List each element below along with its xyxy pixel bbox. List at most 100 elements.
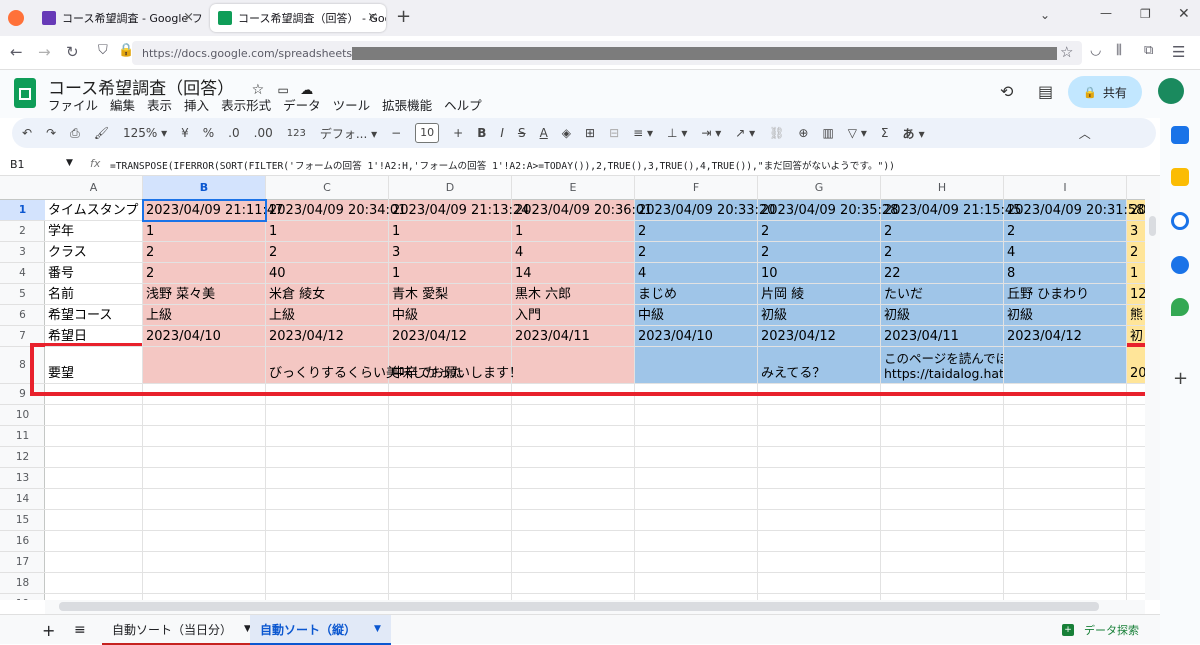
cell-b7[interactable]: 2023/04/10 (143, 326, 266, 347)
share-button[interactable]: 🔒 共有 (1068, 76, 1142, 108)
cell-f1[interactable]: 2023/04/09 20:33:20 (635, 200, 775, 221)
empty-cell[interactable] (143, 426, 266, 447)
empty-cell[interactable] (1127, 405, 1145, 426)
empty-cell[interactable] (512, 489, 635, 510)
empty-cell[interactable] (635, 552, 758, 573)
row-header-4[interactable]: 4 (0, 263, 45, 284)
empty-cell[interactable] (45, 510, 143, 531)
cell-c7[interactable]: 2023/04/12 (266, 326, 389, 347)
formula-input[interactable]: =TRANSPOSE(IFERROR(SORT(FILTER('フォームの回答 … (110, 158, 1150, 172)
column-header-i[interactable]: I (1004, 176, 1127, 200)
currency-format-button[interactable]: ¥ (181, 126, 189, 140)
empty-cell[interactable] (266, 447, 389, 468)
row-header-5[interactable]: 5 (0, 284, 45, 305)
cell-c3[interactable]: 2 (266, 242, 389, 263)
cell-f7[interactable]: 2023/04/10 (635, 326, 758, 347)
empty-cell[interactable] (512, 510, 635, 531)
empty-cell[interactable] (266, 552, 389, 573)
empty-cell[interactable] (1004, 552, 1127, 573)
empty-cell[interactable] (266, 573, 389, 594)
cell-b1[interactable]: 2023/04/09 21:11:47 (143, 200, 283, 221)
empty-cell[interactable] (143, 447, 266, 468)
cell-i4[interactable]: 8 (1004, 263, 1127, 284)
cell-a8[interactable]: 要望 (45, 347, 143, 384)
empty-cell[interactable] (143, 531, 266, 552)
close-window-icon[interactable]: ✕ (1178, 6, 1190, 22)
menu-insert[interactable]: 挿入 (184, 94, 209, 115)
cell-g1[interactable]: 2023/04/09 20:35:28 (758, 200, 898, 221)
empty-cell[interactable] (1004, 489, 1127, 510)
cell-c5[interactable]: 米倉 綾女 (266, 284, 389, 305)
empty-cell[interactable] (266, 489, 389, 510)
empty-cell[interactable] (1004, 468, 1127, 489)
fill-color-icon[interactable]: ◈ (562, 126, 571, 140)
empty-cell[interactable] (881, 510, 1004, 531)
forward-icon[interactable]: → (38, 43, 51, 61)
column-header-partial[interactable] (1127, 176, 1145, 200)
empty-cell[interactable] (389, 573, 512, 594)
add-addon-icon[interactable]: + (1173, 368, 1188, 389)
empty-cell[interactable] (635, 426, 758, 447)
cell-b6[interactable]: 上級 (143, 305, 266, 326)
empty-cell[interactable] (512, 468, 635, 489)
bookmark-star-icon[interactable]: ☆ (1060, 43, 1073, 61)
cell-h1[interactable]: 2023/04/09 21:15:45 (881, 200, 1021, 221)
row-header-18[interactable]: 18 (0, 573, 45, 594)
empty-cell[interactable] (635, 573, 758, 594)
minimize-window-icon[interactable]: — (1100, 6, 1112, 20)
menu-edit[interactable]: 編集 (110, 94, 135, 115)
empty-cell[interactable] (881, 489, 1004, 510)
shield-icon[interactable]: ⛉ (98, 43, 108, 58)
cell-a3[interactable]: クラス (45, 242, 143, 263)
empty-cell[interactable] (45, 447, 143, 468)
insert-comment-icon[interactable]: ⊕ (798, 126, 808, 140)
row-header-14[interactable]: 14 (0, 489, 45, 510)
empty-cell[interactable] (512, 447, 635, 468)
empty-cell[interactable] (45, 531, 143, 552)
scroll-thumb[interactable] (59, 602, 1099, 611)
empty-cell[interactable] (635, 468, 758, 489)
firefox-icon[interactable] (8, 10, 24, 26)
empty-cell[interactable] (1004, 531, 1127, 552)
row-header-17[interactable]: 17 (0, 552, 45, 573)
zoom-select[interactable]: 125% ▾ (123, 126, 167, 140)
column-header-c[interactable]: C (266, 176, 389, 200)
cell-b8[interactable] (143, 347, 266, 384)
cell-e8[interactable] (512, 347, 635, 384)
empty-cell[interactable] (1004, 405, 1127, 426)
cell-i3[interactable]: 4 (1004, 242, 1127, 263)
empty-cell[interactable] (758, 489, 881, 510)
cell-d4[interactable]: 1 (389, 263, 512, 284)
name-box[interactable]: B1 ▼ (10, 158, 73, 171)
cell-d3[interactable]: 3 (389, 242, 512, 263)
browser-tab-forms[interactable]: コース希望調査 - Google フォーム × (34, 4, 202, 32)
row-header-2[interactable]: 2 (0, 221, 45, 242)
cell-c4[interactable]: 40 (266, 263, 389, 284)
cell-a5[interactable]: 名前 (45, 284, 143, 305)
tab-list-icon[interactable]: ⌄ (1040, 8, 1050, 22)
row-header-10[interactable]: 10 (0, 405, 45, 426)
empty-cell[interactable] (758, 405, 881, 426)
cell-f3[interactable]: 2 (635, 242, 758, 263)
text-wrap-icon[interactable]: ⇥ ▾ (701, 126, 721, 140)
comments-icon[interactable]: ▤ (1038, 82, 1053, 101)
avatar[interactable] (1158, 78, 1184, 104)
empty-cell[interactable] (512, 573, 635, 594)
cell-a7[interactable]: 希望日 (45, 326, 143, 347)
cell-i5[interactable]: 丘野 ひまわり (1004, 284, 1127, 305)
font-size-plus-icon[interactable]: + (453, 126, 463, 140)
cell-c1[interactable]: 2023/04/09 20:34:01 (266, 200, 406, 221)
maps-icon[interactable] (1171, 298, 1189, 316)
cell-g7[interactable]: 2023/04/12 (758, 326, 881, 347)
borders-icon[interactable]: ⊞ (585, 126, 595, 140)
back-icon[interactable]: ← (10, 43, 23, 61)
empty-cell[interactable] (512, 426, 635, 447)
row-header-11[interactable]: 11 (0, 426, 45, 447)
empty-cell[interactable] (1127, 531, 1145, 552)
cell-a1[interactable]: タイムスタンプ (45, 200, 143, 221)
menu-file[interactable]: ファイル (48, 94, 98, 115)
cell-d1[interactable]: 2023/04/09 21:13:24 (389, 200, 529, 221)
empty-cell[interactable] (389, 510, 512, 531)
empty-cell[interactable] (635, 447, 758, 468)
filter-icon[interactable]: ▽ ▾ (848, 126, 867, 140)
